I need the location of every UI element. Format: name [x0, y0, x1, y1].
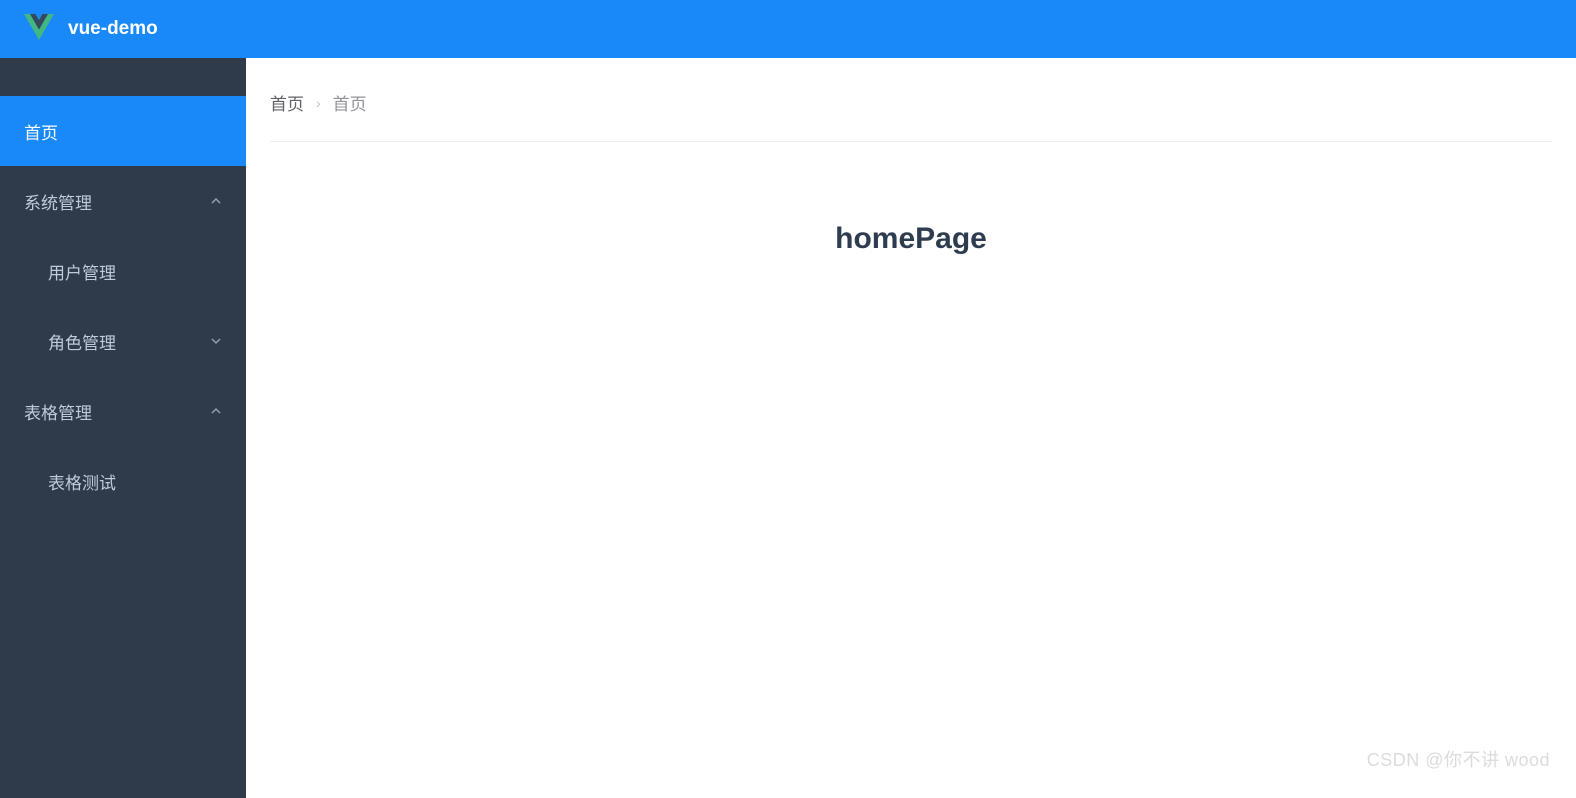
sidebar-item-user-management[interactable]: 用户管理 [0, 236, 246, 306]
app-title: vue-demo [68, 18, 158, 40]
main-content: 首页 › 首页 homePage CSDN @你不讲 wood [246, 58, 1576, 798]
sidebar-item-table-management[interactable]: 表格管理 [0, 376, 246, 446]
chevron-up-icon [210, 405, 222, 417]
page-heading: homePage [270, 222, 1552, 256]
chevron-down-icon [210, 335, 222, 347]
layout: 首页 系统管理 用户管理 角色管理 表格管理 表格测试 [0, 58, 1576, 798]
sidebar-item-role-management[interactable]: 角色管理 [0, 306, 246, 376]
breadcrumb-separator-icon: › [316, 95, 321, 111]
sidebar-item-label: 系统管理 [24, 189, 92, 214]
logo: vue-demo [24, 14, 158, 44]
sidebar: 首页 系统管理 用户管理 角色管理 表格管理 表格测试 [0, 58, 246, 798]
sidebar-item-home[interactable]: 首页 [0, 96, 246, 166]
app-header: vue-demo [0, 0, 1576, 58]
breadcrumb: 首页 › 首页 [270, 90, 1552, 142]
sidebar-item-label: 表格测试 [48, 469, 116, 494]
sidebar-item-label: 表格管理 [24, 399, 92, 424]
sidebar-item-system-management[interactable]: 系统管理 [0, 166, 246, 236]
breadcrumb-item-current: 首页 [333, 90, 367, 115]
sidebar-item-table-test[interactable]: 表格测试 [0, 446, 246, 516]
breadcrumb-item[interactable]: 首页 [270, 90, 304, 115]
vue-logo-icon [24, 14, 54, 44]
sidebar-item-label: 首页 [24, 119, 58, 144]
watermark-text: CSDN @你不讲 wood [1367, 746, 1550, 772]
chevron-up-icon [210, 195, 222, 207]
sidebar-item-label: 角色管理 [48, 329, 116, 354]
sidebar-item-label: 用户管理 [48, 259, 116, 284]
